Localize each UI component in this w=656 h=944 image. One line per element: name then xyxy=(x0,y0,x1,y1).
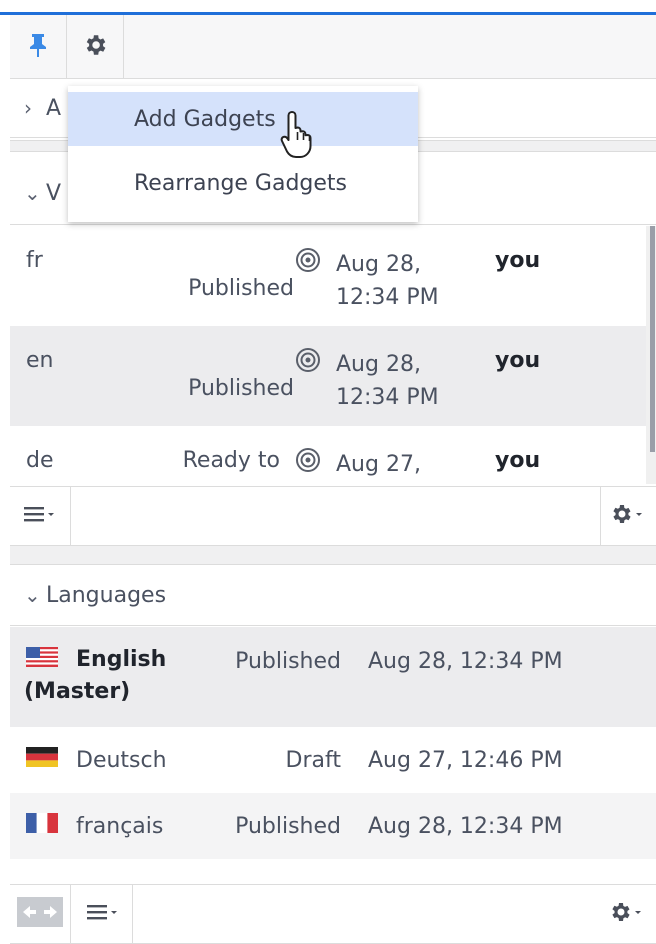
fr-flag-icon xyxy=(26,813,58,833)
scrollbar-thumb[interactable] xyxy=(650,226,655,452)
list-menu-icon xyxy=(20,502,60,530)
version-locale: de xyxy=(26,448,54,473)
version-locale: en xyxy=(26,348,54,373)
hand-cursor-icon xyxy=(280,108,320,164)
version-locale: fr xyxy=(26,248,43,273)
language-date: Aug 28, 12:34 PM xyxy=(368,649,563,674)
gear-icon xyxy=(82,32,108,62)
time-line: 12:34 PM xyxy=(336,285,439,310)
language-row[interactable]: français Published Aug 28, 12:34 PM xyxy=(10,793,656,859)
chevron-down-icon: ⌄ xyxy=(24,583,41,607)
gadgets-dropdown-menu: Add Gadgets Rearrange Gadgets xyxy=(68,86,418,222)
gear-icon xyxy=(608,899,648,929)
list-menu-button[interactable] xyxy=(78,885,128,943)
language-state: Draft xyxy=(285,748,341,773)
version-row[interactable]: de Ready to Aug 27, you xyxy=(10,426,646,484)
language-row[interactable]: English (Master) Published Aug 28, 12:34… xyxy=(10,627,656,727)
language-date: Aug 28, 12:34 PM xyxy=(368,814,563,839)
settings-dropdown-button[interactable] xyxy=(600,487,656,545)
menu-item-label: Rearrange Gadgets xyxy=(134,170,348,196)
language-name: Deutsch xyxy=(76,748,167,773)
versions-footer-toolbar xyxy=(10,486,656,546)
divider xyxy=(132,885,133,943)
version-state: Published xyxy=(188,276,294,301)
version-row[interactable]: en Published Aug 28, 12:34 PM you xyxy=(10,326,646,426)
language-state: Published xyxy=(235,814,341,839)
version-user: you xyxy=(495,448,541,473)
date-line: Aug 28, xyxy=(336,352,421,377)
version-state: Ready to xyxy=(182,448,280,473)
target-icon xyxy=(294,446,322,480)
settings-dropdown-button[interactable] xyxy=(600,885,656,943)
menu-item-rearrange-gadgets[interactable]: Rearrange Gadgets xyxy=(68,156,418,210)
version-date: Aug 27, xyxy=(336,448,421,481)
panel-toolbar xyxy=(10,15,656,79)
target-icon xyxy=(294,246,322,280)
de-flag-icon xyxy=(26,747,58,767)
panel-title-partial: A xyxy=(46,95,62,121)
version-row[interactable]: fr Published Aug 28, 12:34 PM you xyxy=(10,226,646,326)
expand-arrows-icon xyxy=(17,897,63,931)
menu-item-add-gadgets[interactable]: Add Gadgets xyxy=(68,92,418,146)
date-line: Aug 28, xyxy=(336,252,421,277)
chevron-right-icon: › xyxy=(24,96,32,120)
time-line: 12:34 PM xyxy=(336,385,439,410)
language-master-label: (Master) xyxy=(24,679,131,704)
language-name: English xyxy=(76,647,167,672)
version-user: you xyxy=(495,348,541,373)
version-date: Aug 28, 12:34 PM xyxy=(336,348,439,414)
language-date: Aug 27, 12:46 PM xyxy=(368,748,563,773)
expand-button[interactable] xyxy=(10,885,71,943)
list-menu-icon xyxy=(83,900,123,928)
date-line: Aug 27, xyxy=(336,452,421,477)
language-row[interactable]: Deutsch Draft Aug 27, 12:46 PM xyxy=(10,727,656,793)
target-icon xyxy=(294,346,322,380)
pin-icon xyxy=(28,32,48,62)
gear-icon xyxy=(609,501,649,531)
menu-item-label: Add Gadgets xyxy=(134,106,276,132)
languages-panel-header[interactable]: ⌄ Languages xyxy=(10,565,656,626)
language-name: français xyxy=(76,814,164,839)
list-menu-button[interactable] xyxy=(10,487,71,545)
chevron-down-icon: ⌄ xyxy=(24,181,41,205)
us-flag-icon xyxy=(26,647,58,667)
languages-footer-toolbar xyxy=(10,884,656,944)
version-user: you xyxy=(495,248,541,273)
language-state: Published xyxy=(235,649,341,674)
version-date: Aug 28, 12:34 PM xyxy=(336,248,439,314)
panel-separator xyxy=(10,545,656,565)
languages-title: Languages xyxy=(46,582,167,608)
settings-button[interactable] xyxy=(67,15,124,78)
panel-title-partial: V xyxy=(46,180,62,206)
version-state: Published xyxy=(188,376,294,401)
pin-button[interactable] xyxy=(10,15,67,78)
